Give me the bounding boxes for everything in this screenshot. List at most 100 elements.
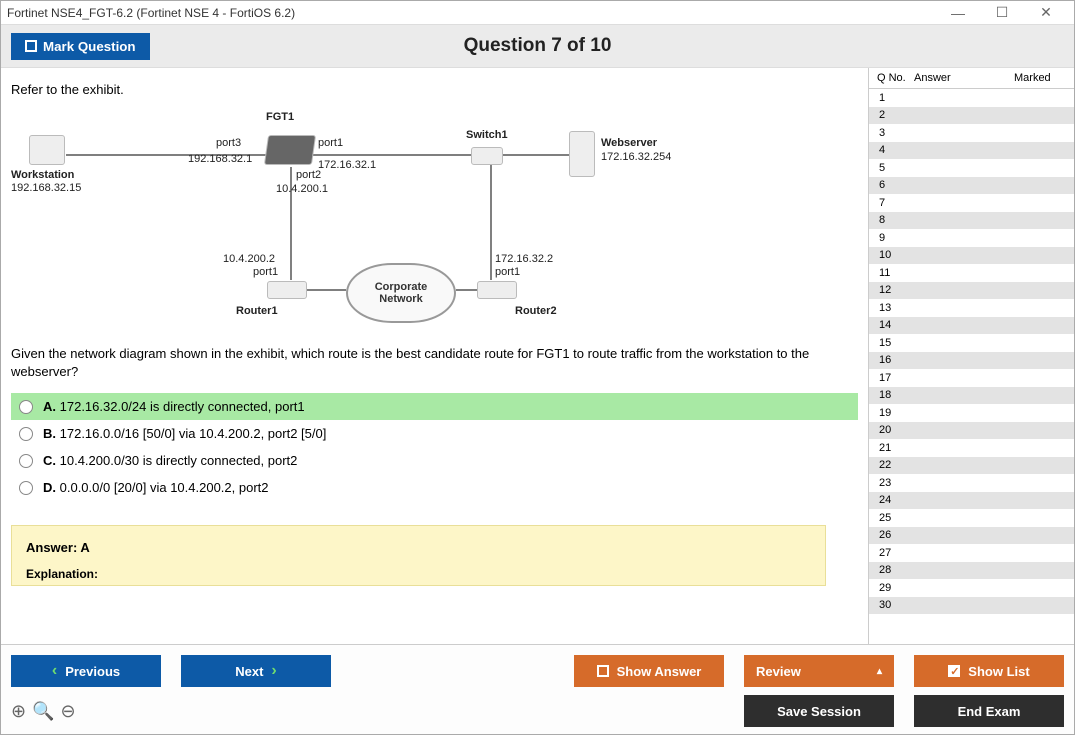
row-qno: 29 [869, 582, 914, 594]
sidebar-row[interactable]: 24 [869, 492, 1074, 510]
workstation-icon [29, 135, 65, 165]
sidebar-row[interactable]: 27 [869, 544, 1074, 562]
sidebar-row[interactable]: 8 [869, 212, 1074, 230]
option-c[interactable]: C. 10.4.200.0/30 is directly connected, … [11, 447, 858, 474]
port1-ip: 172.16.32.1 [318, 159, 376, 171]
sidebar-list[interactable]: 1234567891011121314151617181920212223242… [869, 89, 1074, 644]
sidebar-row[interactable]: 30 [869, 597, 1074, 615]
router2-icon [477, 281, 517, 299]
row-qno: 10 [869, 249, 914, 261]
sidebar-row[interactable]: 11 [869, 264, 1074, 282]
zoom-in-icon[interactable]: ⊕ [11, 701, 26, 722]
minimize-button[interactable]: — [936, 2, 980, 24]
fgt1-label: FGT1 [266, 111, 294, 123]
checkbox-icon [25, 40, 37, 52]
sidebar-row[interactable]: 14 [869, 317, 1074, 335]
radio-icon [19, 427, 33, 441]
row-qno: 15 [869, 337, 914, 349]
cloud-line2: Network [379, 293, 422, 305]
sidebar-row[interactable]: 2 [869, 107, 1074, 125]
sidebar-row[interactable]: 5 [869, 159, 1074, 177]
sidebar-row[interactable]: 28 [869, 562, 1074, 580]
row-qno: 5 [869, 162, 914, 174]
port3-ip: 192.168.32.1 [188, 153, 252, 165]
sidebar-row[interactable]: 13 [869, 299, 1074, 317]
question-list-sidebar: Q No. Answer Marked 12345678910111213141… [869, 68, 1074, 644]
sidebar-row[interactable]: 1 [869, 89, 1074, 107]
option-letter: C. [43, 453, 56, 468]
col-qno: Q No. [869, 72, 914, 84]
save-session-button[interactable]: Save Session [744, 695, 894, 727]
checkbox-icon [597, 665, 609, 677]
sidebar-row[interactable]: 7 [869, 194, 1074, 212]
row-qno: 6 [869, 179, 914, 191]
row-qno: 14 [869, 319, 914, 331]
sidebar-row[interactable]: 12 [869, 282, 1074, 300]
end-exam-button[interactable]: End Exam [914, 695, 1064, 727]
row-qno: 19 [869, 407, 914, 419]
sidebar-row[interactable]: 9 [869, 229, 1074, 247]
sidebar-row[interactable]: 22 [869, 457, 1074, 475]
sidebar-row[interactable]: 15 [869, 334, 1074, 352]
body: Refer to the exhibit. Workstation 192.16… [1, 67, 1074, 644]
chevron-left-icon: ‹ [52, 662, 57, 680]
port2-label: port2 [296, 169, 321, 181]
question-content[interactable]: Refer to the exhibit. Workstation 192.16… [1, 68, 869, 644]
option-text: 172.16.0.0/16 [50/0] via 10.4.200.2, por… [60, 426, 327, 441]
show-answer-label: Show Answer [617, 664, 702, 679]
close-button[interactable]: ✕ [1024, 2, 1068, 24]
row-qno: 4 [869, 144, 914, 156]
sidebar-row[interactable]: 18 [869, 387, 1074, 405]
mark-question-button[interactable]: Mark Question [11, 33, 150, 60]
row-qno: 23 [869, 477, 914, 489]
webserver-label: Webserver [601, 137, 657, 149]
row-qno: 1 [869, 92, 914, 104]
radio-icon [19, 481, 33, 495]
sidebar-row[interactable]: 26 [869, 527, 1074, 545]
zoom-out-icon[interactable]: ⊖ [61, 701, 76, 722]
previous-label: Previous [65, 664, 120, 679]
cloud-line1: Corporate [375, 281, 428, 293]
sidebar-row[interactable]: 3 [869, 124, 1074, 142]
option-a[interactable]: A. 172.16.32.0/24 is directly connected,… [11, 393, 858, 420]
footer: ‹ Previous Next › Show Answer Review ▴ S… [1, 644, 1074, 734]
option-b[interactable]: B. 172.16.0.0/16 [50/0] via 10.4.200.2, … [11, 420, 858, 447]
option-text: 10.4.200.0/30 is directly connected, por… [60, 453, 298, 468]
previous-button[interactable]: ‹ Previous [11, 655, 161, 687]
row-qno: 21 [869, 442, 914, 454]
row-qno: 17 [869, 372, 914, 384]
answer-panel: Answer: A Explanation: [11, 525, 826, 586]
sidebar-row[interactable]: 20 [869, 422, 1074, 440]
sidebar-row[interactable]: 16 [869, 352, 1074, 370]
zoom-reset-icon[interactable]: 🔍 [32, 701, 54, 722]
workstation-label: Workstation [11, 169, 74, 181]
webserver-icon [569, 131, 595, 177]
router2-label: Router2 [515, 305, 557, 317]
show-list-button[interactable]: Show List [914, 655, 1064, 687]
show-answer-button[interactable]: Show Answer [574, 655, 724, 687]
workstation-ip: 192.168.32.15 [11, 182, 81, 194]
option-text: 172.16.32.0/24 is directly connected, po… [60, 399, 305, 414]
row-qno: 28 [869, 564, 914, 576]
sidebar-row[interactable]: 17 [869, 369, 1074, 387]
sidebar-row[interactable]: 29 [869, 579, 1074, 597]
sidebar-row[interactable]: 25 [869, 509, 1074, 527]
row-qno: 2 [869, 109, 914, 121]
row-qno: 22 [869, 459, 914, 471]
fgt1-icon [264, 135, 316, 165]
sidebar-row[interactable]: 23 [869, 474, 1074, 492]
next-button[interactable]: Next › [181, 655, 331, 687]
switch-icon [471, 147, 503, 165]
sidebar-row[interactable]: 19 [869, 404, 1074, 422]
sidebar-row[interactable]: 21 [869, 439, 1074, 457]
router1-icon [267, 281, 307, 299]
row-qno: 13 [869, 302, 914, 314]
maximize-button[interactable]: ☐ [980, 2, 1024, 24]
sidebar-row[interactable]: 10 [869, 247, 1074, 265]
sidebar-row[interactable]: 4 [869, 142, 1074, 160]
router2-ip: 172.16.32.2 [495, 253, 553, 265]
sidebar-row[interactable]: 6 [869, 177, 1074, 195]
review-button[interactable]: Review ▴ [744, 655, 894, 687]
option-d[interactable]: D. 0.0.0.0/0 [20/0] via 10.4.200.2, port… [11, 474, 858, 501]
row-qno: 3 [869, 127, 914, 139]
